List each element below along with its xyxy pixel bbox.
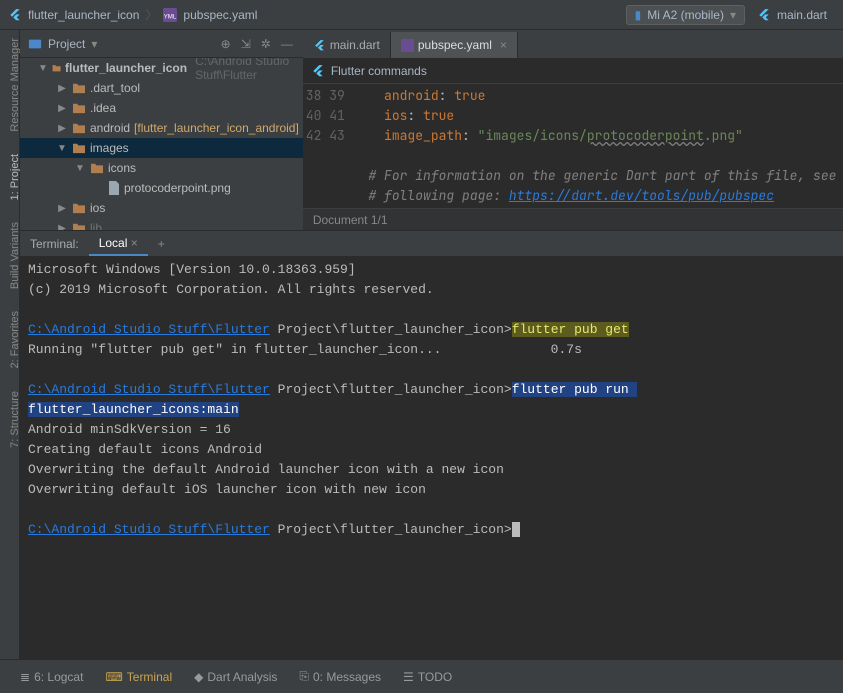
terminal-title: Terminal:	[20, 233, 89, 255]
collapse-icon[interactable]: ⇲	[239, 35, 253, 53]
upper-split: Project ▾ ⊕ ⇲ ✲ — ▼flutter_launcher_icon…	[20, 30, 843, 230]
terminal-tab-label: Local	[99, 236, 128, 250]
tree-item[interactable]: ▶ios	[20, 198, 303, 218]
flutter-icon	[757, 8, 771, 22]
new-terminal-button[interactable]: +	[148, 237, 175, 251]
editor-pane: main.dartpubspec.yaml× Flutter commands …	[303, 30, 843, 230]
settings-icon[interactable]: ✲	[259, 35, 273, 53]
breadcrumb-project[interactable]: flutter_launcher_icon	[28, 8, 139, 22]
main-area: Project ▾ ⊕ ⇲ ✲ — ▼flutter_launcher_icon…	[20, 30, 843, 659]
bottom-tab[interactable]: ≣6: Logcat	[10, 666, 93, 688]
breadcrumb-file[interactable]: pubspec.yaml	[183, 8, 257, 22]
device-selector-dropdown[interactable]: ▮ Mi A2 (mobile) ▾	[626, 5, 745, 25]
navigation-bar: flutter_launcher_icon 〉 YML pubspec.yaml…	[0, 0, 843, 30]
flutter-commands-label: Flutter commands	[331, 64, 427, 78]
breadcrumb-separator: 〉	[145, 6, 157, 23]
locate-icon[interactable]: ⊕	[219, 35, 233, 53]
tree-item[interactable]: ▶android [flutter_launcher_icon_android]	[20, 118, 303, 138]
flutter-icon	[8, 8, 22, 22]
editor-status-strip: Document 1/1	[303, 208, 843, 230]
project-view-dropdown[interactable]: Project	[48, 37, 85, 51]
bottom-tab[interactable]: ⌨Terminal	[95, 666, 182, 688]
chevron-down-icon: ▾	[91, 37, 97, 51]
dart-icon: ◆	[194, 670, 203, 684]
terminal-tab-local[interactable]: Local ×	[89, 232, 148, 256]
flutter-icon	[311, 64, 325, 78]
run-config-dropdown[interactable]: main.dart	[749, 6, 835, 24]
line-gutter: 38 39 40 41 42 43	[303, 84, 353, 208]
terminal-tool-window: Terminal: Local × + Microsoft Windows [V…	[20, 230, 843, 659]
breadcrumb[interactable]: flutter_launcher_icon 〉 YML pubspec.yaml	[8, 6, 626, 23]
bottom-tab[interactable]: ◆Dart Analysis	[184, 666, 287, 688]
close-icon[interactable]: ×	[131, 236, 138, 250]
tree-item[interactable]: ▼images	[20, 138, 303, 158]
hide-icon[interactable]: —	[279, 35, 295, 53]
device-label: Mi A2 (mobile)	[647, 8, 724, 22]
chevron-down-icon: ▾	[730, 8, 736, 22]
phone-icon: ▮	[635, 8, 642, 22]
tree-item[interactable]: ▶lib	[20, 218, 303, 230]
project-tree[interactable]: ▼flutter_launcher_iconC:\Android Studio …	[20, 58, 303, 230]
run-config-label: main.dart	[777, 8, 827, 22]
tree-root[interactable]: ▼flutter_launcher_iconC:\Android Studio …	[20, 58, 303, 78]
svg-text:YML: YML	[164, 13, 177, 20]
left-tool-window-bar: Resource Manager 1: Project Build Varian…	[0, 30, 20, 659]
yaml-file-icon: YML	[163, 8, 177, 22]
code-editor[interactable]: 38 39 40 41 42 43 android: true ios: tru…	[303, 84, 843, 208]
todo-icon: ☰	[403, 670, 414, 684]
bottom-tool-window-bar: ≣6: Logcat⌨Terminal◆Dart Analysis⎘0: Mes…	[0, 659, 843, 693]
messages-icon: ⎘	[299, 669, 309, 684]
editor-tabs: main.dartpubspec.yaml×	[303, 30, 843, 58]
tree-item[interactable]: ▼icons	[20, 158, 303, 178]
document-counter: Document 1/1	[313, 213, 388, 227]
bottom-tab[interactable]: ⎘0: Messages	[289, 665, 391, 688]
terminal-tabs-bar: Terminal: Local × +	[20, 230, 843, 256]
editor-tab[interactable]: main.dart	[303, 32, 391, 58]
flutter-commands-bar[interactable]: Flutter commands	[303, 58, 843, 84]
project-header: Project ▾ ⊕ ⇲ ✲ —	[20, 30, 303, 58]
code-content[interactable]: android: true ios: true image_path: "ima…	[353, 84, 843, 208]
terminal-icon: ⌨	[105, 670, 122, 684]
project-tool-window: Project ▾ ⊕ ⇲ ✲ — ▼flutter_launcher_icon…	[20, 30, 303, 230]
close-icon[interactable]: ×	[500, 38, 507, 52]
logcat-icon: ≣	[20, 670, 30, 684]
project-view-icon	[28, 37, 42, 51]
tree-item[interactable]: protocoderpoint.png	[20, 178, 303, 198]
tree-item[interactable]: ▶.idea	[20, 98, 303, 118]
bottom-tab[interactable]: ☰TODO	[393, 666, 462, 688]
editor-tab[interactable]: pubspec.yaml×	[391, 32, 518, 58]
terminal-output[interactable]: Microsoft Windows [Version 10.0.18363.95…	[20, 256, 843, 659]
